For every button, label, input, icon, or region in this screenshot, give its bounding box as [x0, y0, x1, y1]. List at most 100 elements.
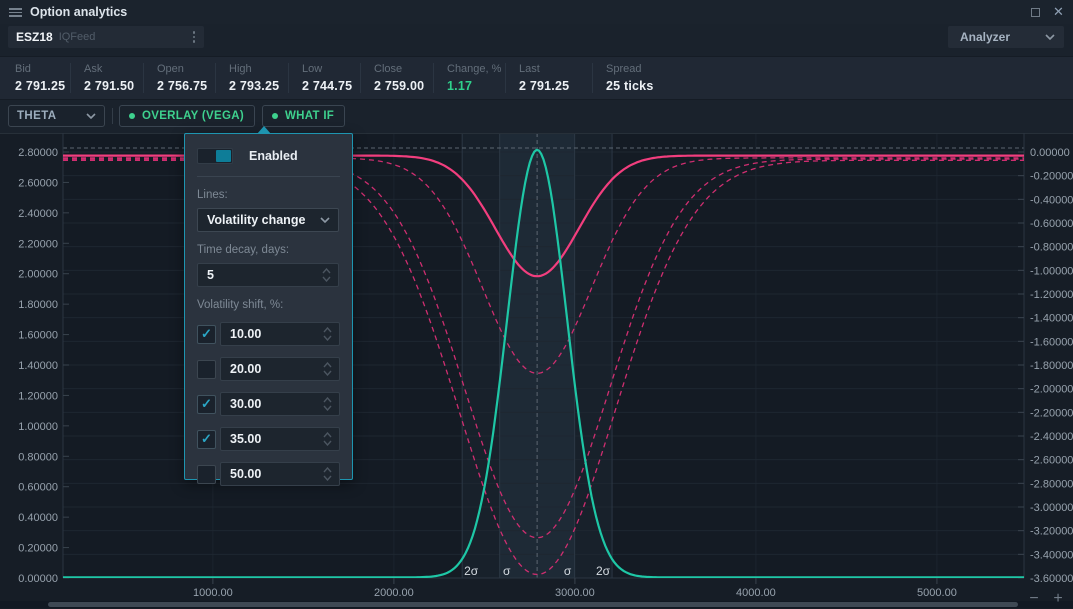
vol-shift-input[interactable]: 35.00: [220, 427, 340, 451]
quote-value: 2 756.75: [157, 79, 215, 93]
vol-shift-value: 20.00: [230, 362, 261, 376]
quote-value: 1.17: [447, 79, 505, 93]
left-axis-label: 2.80000: [18, 147, 58, 159]
analyzer-select[interactable]: Analyzer: [948, 26, 1064, 48]
sigma-marker-label: σ: [564, 564, 572, 578]
right-axis-label: -1.20000: [1030, 289, 1073, 301]
kebab-menu-icon[interactable]: [193, 31, 196, 43]
left-axis-label: 0.80000: [18, 451, 58, 463]
quote-field-low: Low 2 744.75: [288, 63, 360, 93]
quote-value: 2 759.00: [374, 79, 433, 93]
vol-shift-row: ✓30.00: [197, 392, 340, 416]
spinner-arrows-icon[interactable]: [323, 362, 332, 376]
spinner-arrows-icon[interactable]: [323, 467, 332, 481]
quote-label: Close: [374, 63, 433, 75]
quote-label: Low: [302, 63, 360, 75]
symbol-input[interactable]: ESZ18 IQFeed: [8, 26, 204, 48]
quote-value: 2 791.25: [15, 79, 70, 93]
quote-label: Spread: [606, 63, 695, 75]
quote-field-bid: Bid 2 791.25: [0, 63, 70, 93]
what-if-label: WHAT IF: [285, 110, 334, 122]
right-axis-label: -1.60000: [1030, 336, 1073, 348]
horizontal-scrollbar-thumb[interactable]: [48, 602, 1018, 607]
quote-value: 25 ticks: [606, 79, 695, 93]
chevron-down-icon: [1045, 34, 1055, 40]
menu-icon[interactable]: [9, 8, 22, 17]
vol-shift-input[interactable]: 30.00: [220, 392, 340, 416]
vol-shift-label: Volatility shift, %:: [197, 299, 340, 311]
chart-toolbar: THETA OVERLAY (VEGA) WHAT IF: [0, 104, 1073, 128]
vol-shift-checkbox[interactable]: ✓: [197, 360, 216, 379]
spinner-arrows-icon[interactable]: [323, 432, 332, 446]
maximize-icon[interactable]: [1031, 8, 1040, 17]
x-axis-label: 1000.00: [193, 587, 233, 599]
quote-field-spread: Spread 25 ticks: [592, 63, 695, 93]
quote-field-last: Last2 791.25: [505, 63, 592, 93]
right-axis-label: -0.60000: [1030, 218, 1073, 230]
what-if-active-dot-icon: [272, 113, 278, 119]
chart-area: 2.80000 2.60000 2.40000 2.20000 2.00000 1.800…: [0, 133, 1073, 609]
quote-label: Bid: [15, 63, 70, 75]
vol-shift-input[interactable]: 10.00: [220, 322, 340, 346]
left-axis-label: 0.20000: [18, 543, 58, 555]
vol-shift-checkbox[interactable]: ✓: [197, 465, 216, 484]
left-axis-label: 0.40000: [18, 512, 58, 524]
left-axis-label: 2.60000: [18, 177, 58, 189]
left-axis-label: 1.60000: [18, 330, 58, 342]
quote-label: Ask: [84, 63, 143, 75]
right-axis-label: -2.80000: [1030, 478, 1073, 490]
vol-shift-value: 10.00: [230, 327, 261, 341]
quote-label: Open: [157, 63, 215, 75]
left-axis-label: 1.20000: [18, 390, 58, 402]
popup-divider: [197, 176, 340, 177]
what-if-toggle-button[interactable]: WHAT IF: [262, 105, 345, 127]
quote-field-change-: Change, %1.17: [433, 63, 505, 93]
left-axis-label: 1.80000: [18, 299, 58, 311]
horizontal-scrollbar-track[interactable]: [0, 601, 1073, 608]
right-axis-label: -3.20000: [1030, 526, 1073, 538]
left-axis-label: 0.60000: [18, 482, 58, 494]
x-axis-label: 2000.00: [374, 587, 414, 599]
right-axis-label: -0.80000: [1030, 242, 1073, 254]
vol-shift-checkbox[interactable]: ✓: [197, 430, 216, 449]
spinner-arrows-icon[interactable]: [322, 268, 331, 282]
popup-arrow-icon: [257, 126, 271, 134]
enabled-label: Enabled: [249, 149, 298, 163]
lines-select[interactable]: Volatility change: [197, 208, 339, 232]
quote-label: High: [229, 63, 288, 75]
left-axis-label: 2.20000: [18, 238, 58, 250]
toggle-knob: [216, 150, 231, 162]
spinner-arrows-icon[interactable]: [323, 327, 332, 341]
greek-select[interactable]: THETA: [8, 105, 105, 127]
option-analytics-window: Option analytics ✕ ESZ18 IQFeed Analyzer…: [0, 0, 1073, 609]
zoom-out-button[interactable]: −: [1024, 591, 1044, 609]
window-title: Option analytics: [30, 5, 127, 19]
vol-shift-input[interactable]: 50.00: [220, 462, 340, 486]
vol-shift-row: ✓50.00: [197, 462, 340, 486]
quote-value: 2 744.75: [302, 79, 360, 93]
vol-shift-row: ✓ 20.00: [197, 357, 340, 381]
analyzer-label: Analyzer: [960, 30, 1010, 44]
time-decay-input[interactable]: 5: [197, 263, 339, 287]
vol-shift-input[interactable]: 20.00: [220, 357, 340, 381]
left-axis-label: 0.00000: [18, 573, 58, 585]
left-axis-label: 2.00000: [18, 269, 58, 281]
what-if-panel: Enabled Lines: Volatility change Time de…: [184, 133, 353, 480]
left-axis-label: 2.40000: [18, 208, 58, 220]
sigma-marker-label: 2σ: [464, 564, 479, 578]
close-icon[interactable]: ✕: [1053, 4, 1064, 20]
time-decay-label: Time decay, days:: [197, 244, 340, 256]
enabled-toggle[interactable]: [197, 148, 233, 164]
time-decay-value: 5: [207, 268, 214, 282]
spinner-arrows-icon[interactable]: [323, 397, 332, 411]
quote-value: 2 793.25: [229, 79, 288, 93]
vol-shift-checkbox[interactable]: ✓: [197, 325, 216, 344]
right-axis-label: -1.80000: [1030, 360, 1073, 372]
right-axis-label: -2.00000: [1030, 384, 1073, 396]
overlay-vega-toggle-button[interactable]: OVERLAY (VEGA): [119, 105, 255, 127]
left-axis-label: 1.40000: [18, 360, 58, 372]
zoom-in-button[interactable]: +: [1048, 591, 1068, 609]
toolbar-divider: [112, 108, 113, 124]
quote-field-ask: Ask2 791.50: [70, 63, 143, 93]
vol-shift-checkbox[interactable]: ✓: [197, 395, 216, 414]
